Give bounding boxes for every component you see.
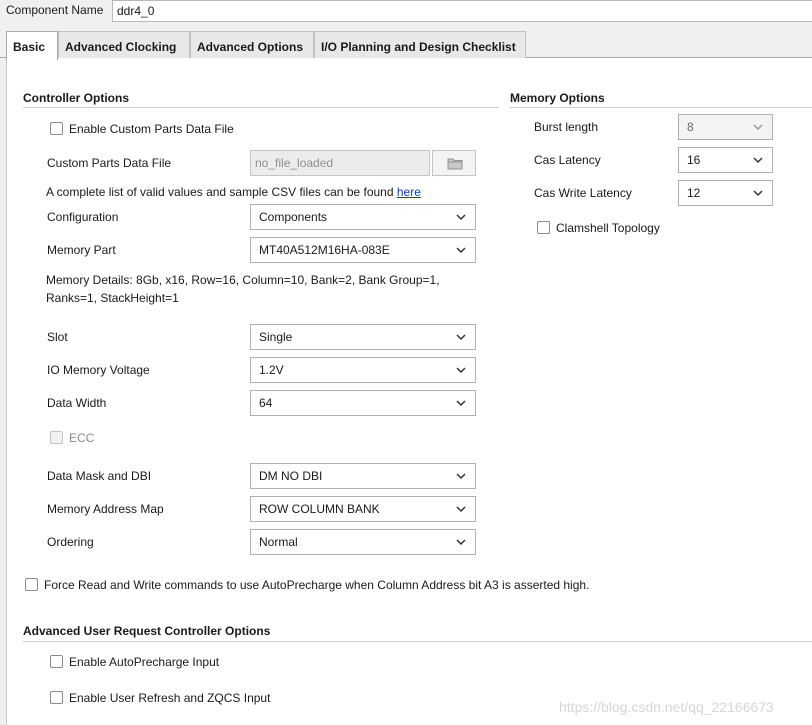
controller-options-title: Controller Options [23, 91, 129, 105]
chevron-down-icon [456, 539, 466, 546]
autoprecharge-input-label: Enable AutoPrecharge Input [69, 655, 220, 669]
folder-icon [447, 158, 463, 170]
data-width-label: Data Width [47, 396, 107, 410]
chevron-down-icon [753, 157, 763, 164]
enable-custom-parts-label: Enable Custom Parts Data File [69, 122, 234, 136]
data-mask-label: Data Mask and DBI [47, 469, 152, 483]
io-voltage-label: IO Memory Voltage [47, 363, 150, 377]
configuration-label: Configuration [47, 210, 119, 224]
controller-options-divider [23, 107, 499, 108]
component-name-label: Component Name [6, 3, 104, 17]
chevron-down-icon [753, 190, 763, 197]
ecc-checkbox[interactable] [50, 431, 63, 444]
tab-io-planning[interactable]: I/O Planning and Design Checklist [314, 31, 526, 59]
chevron-down-icon [456, 473, 466, 480]
tab-advanced-clocking[interactable]: Advanced Clocking [58, 31, 190, 59]
advanced-user-request-title: Advanced User Request Controller Options [23, 624, 271, 638]
ordering-select[interactable]: Normal [250, 529, 476, 555]
chevron-down-icon [456, 400, 466, 407]
clamshell-checkbox[interactable] [537, 221, 550, 234]
user-refresh-label: Enable User Refresh and ZQCS Input [69, 691, 271, 705]
configuration-value: Components [259, 210, 328, 224]
memory-part-value: MT40A512M16HA-083E [259, 243, 390, 257]
cas-write-latency-label: Cas Write Latency [534, 186, 632, 200]
memory-part-select[interactable]: MT40A512M16HA-083E [250, 237, 476, 263]
address-map-label: Memory Address Map [47, 502, 164, 516]
force-autoprecharge-checkbox[interactable] [25, 578, 38, 591]
tab-bar: Basic Advanced Clocking Advanced Options… [0, 28, 812, 60]
tab-advanced-options[interactable]: Advanced Options [190, 31, 314, 59]
browse-file-button[interactable] [432, 150, 476, 176]
data-width-select[interactable]: 64 [250, 390, 476, 416]
advanced-user-request-divider [23, 641, 812, 642]
csv-note-text: A complete list of valid values and samp… [46, 185, 394, 199]
burst-length-select[interactable]: 8 [678, 114, 773, 140]
data-width-value: 64 [259, 396, 273, 410]
enable-custom-parts-checkbox[interactable] [50, 122, 63, 135]
clamshell-label: Clamshell Topology [556, 221, 660, 235]
memory-details-line2: Ranks=1, StackHeight=1 [46, 291, 179, 305]
cas-latency-label: Cas Latency [534, 153, 601, 167]
ordering-value: Normal [259, 535, 298, 549]
component-name-input[interactable]: ddr4_0 [112, 0, 812, 22]
custom-parts-file-label: Custom Parts Data File [47, 156, 172, 170]
watermark: https://blog.csdn.net/qq_22166673 [559, 699, 774, 715]
force-autoprecharge-label: Force Read and Write commands to use Aut… [44, 578, 590, 592]
slot-select[interactable]: Single [250, 324, 476, 350]
data-mask-select[interactable]: DM NO DBI [250, 463, 476, 489]
basic-tab-panel: Controller Options Enable Custom Parts D… [6, 58, 812, 725]
custom-parts-file-field[interactable]: no_file_loaded [250, 150, 430, 176]
configuration-select[interactable]: Components [250, 204, 476, 230]
user-refresh-checkbox[interactable] [50, 691, 63, 704]
chevron-down-icon [456, 367, 466, 374]
cas-write-latency-select[interactable]: 12 [678, 180, 773, 206]
chevron-down-icon [456, 506, 466, 513]
tab-basic[interactable]: Basic [6, 31, 58, 60]
ecc-label: ECC [69, 431, 95, 445]
cas-latency-value: 16 [687, 153, 701, 167]
burst-length-label: Burst length [534, 120, 599, 134]
chevron-down-icon [456, 214, 466, 221]
memory-part-label: Memory Part [47, 243, 116, 257]
chevron-down-icon [456, 334, 466, 341]
address-map-select[interactable]: ROW COLUMN BANK [250, 496, 476, 522]
io-voltage-value: 1.2V [259, 363, 284, 377]
slot-label: Slot [47, 330, 68, 344]
io-voltage-select[interactable]: 1.2V [250, 357, 476, 383]
csv-here-link[interactable]: here [397, 185, 421, 199]
chevron-down-icon [456, 247, 466, 254]
data-mask-value: DM NO DBI [259, 469, 323, 483]
slot-value: Single [259, 330, 293, 344]
burst-length-value: 8 [687, 120, 694, 134]
memory-details-line1: Memory Details: 8Gb, x16, Row=16, Column… [46, 273, 440, 287]
chevron-down-icon [753, 124, 763, 131]
ordering-label: Ordering [47, 535, 94, 549]
cas-write-latency-value: 12 [687, 186, 701, 200]
csv-note: A complete list of valid values and samp… [46, 185, 421, 199]
memory-options-divider [510, 107, 812, 108]
cas-latency-select[interactable]: 16 [678, 147, 773, 173]
address-map-value: ROW COLUMN BANK [259, 502, 380, 516]
autoprecharge-input-checkbox[interactable] [50, 655, 63, 668]
memory-options-title: Memory Options [510, 91, 605, 105]
